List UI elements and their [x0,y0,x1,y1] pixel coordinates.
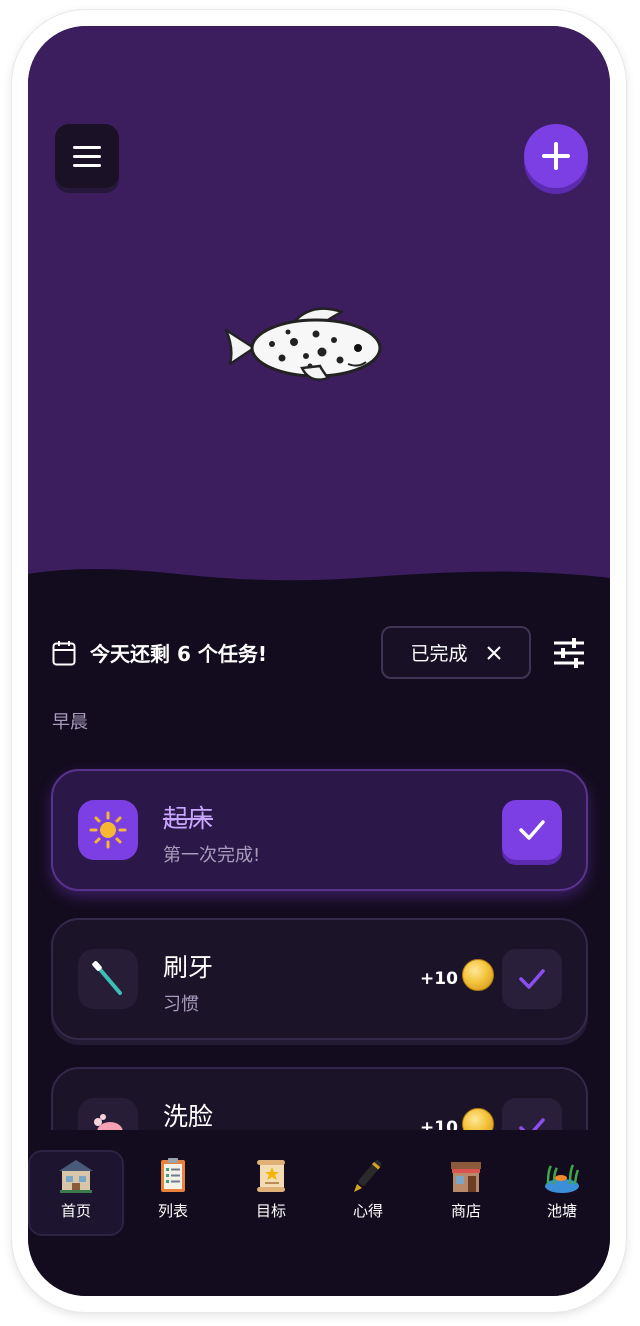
coin-icon [461,959,494,991]
sun-icon [89,811,127,849]
task-icon-tile [78,949,138,1009]
plus-icon [542,142,570,170]
nav-label: 列表 [157,1202,188,1220]
hamburger-menu-icon [73,143,101,170]
complete-task-button[interactable] [502,800,562,860]
app-screen: 今天还剩 6 个任务! 已完成 早晨 起床 第一次完成! 刷牙 习惯 +10 洗… [28,26,610,1296]
nav-item-shop[interactable]: 商店 [418,1150,514,1236]
hero-area [28,26,610,586]
close-icon[interactable] [486,645,502,661]
calendar-icon [52,641,76,666]
reward-amount: +10 [420,969,458,989]
clipboard-list-icon [161,1158,185,1192]
menu-button[interactable] [55,124,119,188]
nav-item-list[interactable]: 列表 [125,1150,221,1236]
coin-reward: +10 [420,959,494,991]
complete-task-button[interactable] [502,949,562,1009]
task-card[interactable]: 起床 第一次完成! [51,769,588,891]
task-title: 洗脸 [163,1102,214,1131]
nav-item-notes[interactable]: 心得 [320,1150,416,1236]
bottom-navigation: 首页 列表 目标 心得 商店 池塘 [28,1130,610,1296]
nav-item-pond[interactable]: 池塘 [514,1150,610,1236]
koi-fish-image[interactable] [224,302,388,392]
nav-label: 心得 [352,1202,383,1220]
task-title: 刷牙 [163,953,214,982]
nav-label: 首页 [60,1202,91,1220]
checkmark-icon [519,969,545,989]
remaining-tasks-text: 今天还剩 6 个任务! [90,642,267,666]
nav-item-home[interactable]: 首页 [28,1150,124,1236]
task-subtitle: 习惯 [163,994,199,1015]
nav-label: 池塘 [546,1202,577,1220]
scroll-star-icon [257,1160,285,1192]
task-card[interactable]: 刷牙 习惯 +10 [51,918,588,1040]
pen-icon [354,1160,382,1192]
nav-item-goals[interactable]: 目标 [223,1150,319,1236]
task-icon-tile [78,800,138,860]
task-subtitle: 第一次完成! [163,845,261,866]
pond-icon [545,1164,580,1193]
phone-frame: 今天还剩 6 个任务! 已完成 早晨 起床 第一次完成! 刷牙 习惯 +10 洗… [12,10,626,1312]
hero-wave-divider [28,569,610,604]
sliders-icon[interactable] [552,636,586,670]
task-summary-bar: 今天还剩 6 个任务! 已完成 [52,624,588,684]
checkmark-icon [519,820,545,840]
house-icon [59,1160,93,1193]
completed-filter-chip[interactable]: 已完成 [381,626,531,679]
nav-label: 商店 [450,1202,481,1220]
nav-label: 目标 [255,1202,286,1220]
task-title: 起床 [163,804,214,833]
completed-filter-label: 已完成 [410,643,468,665]
section-label-morning: 早晨 [52,712,88,733]
shop-icon [451,1162,481,1192]
add-task-button[interactable] [524,124,588,188]
toothbrush-icon [92,961,122,995]
